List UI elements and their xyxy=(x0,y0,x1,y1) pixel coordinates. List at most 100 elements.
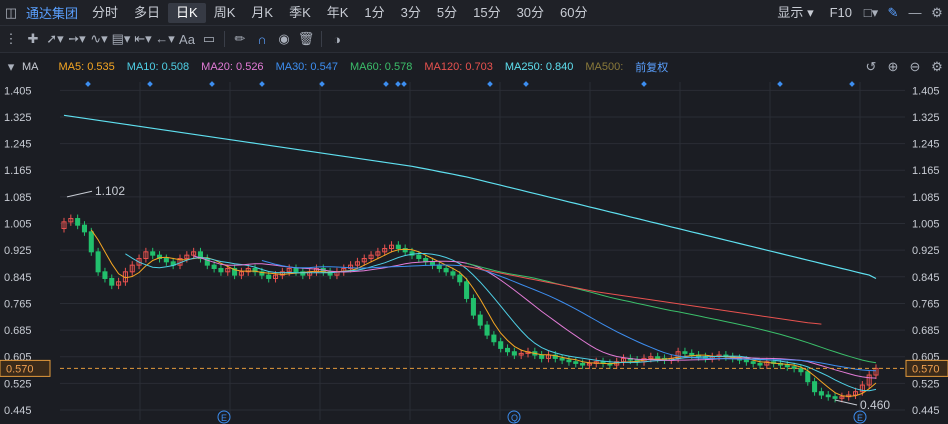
y-tick-label-right: 1.245 xyxy=(912,139,940,151)
tab-period[interactable]: 周K xyxy=(206,3,244,23)
tab-period[interactable]: 5分 xyxy=(429,3,465,23)
measure-tool-icon[interactable]: ⇤▾ xyxy=(132,29,154,49)
tab-period[interactable]: 3分 xyxy=(393,3,429,23)
ma-value: 0.508 xyxy=(158,60,190,73)
candle-body xyxy=(416,254,422,259)
candle-body xyxy=(757,362,763,366)
wave-tool-icon[interactable]: ∿▾ xyxy=(88,29,110,49)
candle-body xyxy=(75,218,81,226)
y-tick-label-left: 0.445 xyxy=(4,405,32,417)
ma-legend-item[interactable]: MA250: 0.840 xyxy=(505,61,574,73)
y-tick-label-left: 1.405 xyxy=(4,85,32,97)
eraser-pen-icon[interactable]: ✏ xyxy=(229,29,251,49)
candle-body xyxy=(832,396,838,399)
sidebar-toggle-icon[interactable]: ◫ xyxy=(0,3,22,23)
text-tool-icon[interactable]: Aa xyxy=(176,29,198,49)
ma-value: 0.526 xyxy=(232,60,264,73)
y-tick-label-left: 1.325 xyxy=(4,112,32,124)
tab-period[interactable]: 年K xyxy=(319,3,357,23)
layout-dropdown-icon[interactable]: □▾ xyxy=(860,3,882,23)
tab-period[interactable]: 月K xyxy=(243,3,281,23)
candle-body xyxy=(95,251,101,273)
ma-label: MA500: xyxy=(585,60,624,73)
ma-value: 0.578 xyxy=(381,60,413,73)
ma-label: MA250: xyxy=(504,60,543,73)
zoom-out-icon[interactable]: ⊖ xyxy=(904,57,926,77)
y-tick-label-right: 0.525 xyxy=(912,378,940,390)
tab-period[interactable]: 1分 xyxy=(356,3,392,23)
candle-body xyxy=(457,274,463,283)
tab-period[interactable]: 季K xyxy=(281,3,319,23)
candle-body xyxy=(504,347,511,353)
candle-body xyxy=(818,391,824,396)
trash-icon[interactable]: 🗑 xyxy=(295,29,317,49)
y-tick-label-right: 1.005 xyxy=(912,219,940,231)
tab-period[interactable]: 分时 xyxy=(84,3,126,23)
candle-body xyxy=(784,364,790,368)
candle-body xyxy=(805,371,811,383)
candle-body xyxy=(429,261,436,266)
min-annotation-label: 0.460 xyxy=(860,398,890,412)
ma-legend-item[interactable]: MA20: 0.526 xyxy=(201,61,263,73)
candle-body xyxy=(81,224,88,233)
ray-tool-icon[interactable]: ➙▾ xyxy=(66,29,88,49)
tab-period[interactable]: 60分 xyxy=(552,3,595,23)
candle-body xyxy=(477,314,483,326)
ma-legend-bar: ▾ MA MA5: 0.535 MA10: 0.508 MA20: 0.526 MA3… xyxy=(0,53,948,80)
reset-icon[interactable]: ↺ xyxy=(860,57,882,77)
pen-icon[interactable]: ✎ xyxy=(882,3,904,23)
range-tool-icon[interactable]: ▤▾ xyxy=(110,29,132,49)
ma-legend-item[interactable]: MA30: 0.547 xyxy=(276,61,338,73)
candle-body xyxy=(539,354,545,359)
settings-icon[interactable]: ⚙ xyxy=(926,3,948,23)
tab-period[interactable]: 30分 xyxy=(509,3,552,23)
y-tick-label-right: 1.405 xyxy=(912,85,940,97)
candle-body xyxy=(88,231,94,253)
ma-legend-item[interactable]: MA120: 0.703 xyxy=(424,61,493,73)
adjust-mode[interactable]: 前复权 xyxy=(635,59,668,75)
stock-name[interactable]: 通达集团 xyxy=(22,3,84,22)
grip-icon: ⋮ xyxy=(4,31,18,46)
max-annotation-label: 1.102 xyxy=(95,184,125,198)
tab-period[interactable]: 日K xyxy=(168,2,206,23)
candle-body xyxy=(484,324,490,336)
y-tick-label-right: 0.845 xyxy=(912,272,940,284)
candle-body xyxy=(689,352,695,356)
y-tick-label-right: 0.765 xyxy=(912,298,940,310)
collapse-icon[interactable]: ▾ xyxy=(0,57,22,77)
settings-icon[interactable]: ⚙ xyxy=(926,57,948,77)
zoom-in-icon[interactable]: ⊕ xyxy=(882,57,904,77)
period-tabs: 分时 多日 日K 周K 月K 季K 年K 1分 3分 5分 15分 30分 60分 xyxy=(84,2,596,23)
comment-icon[interactable]: ▭ xyxy=(198,29,220,49)
crosshair-icon[interactable]: ✚ xyxy=(22,29,44,49)
display-label: 显示 xyxy=(777,4,804,20)
toggle-icon[interactable]: ◑ xyxy=(326,29,348,49)
y-tick-label-left: 0.845 xyxy=(4,272,32,284)
y-tick-label-left: 1.245 xyxy=(4,139,32,151)
current-price-label-left: 0.570 xyxy=(6,363,34,375)
magnet-icon[interactable]: ∩ xyxy=(251,29,273,49)
ma-legend-item[interactable]: MA5: 0.535 xyxy=(59,61,115,73)
f10-button[interactable]: F10 xyxy=(822,3,860,23)
indicator-name[interactable]: MA xyxy=(22,61,39,73)
ma-value: 0.547 xyxy=(307,60,338,73)
undo-arrow-icon[interactable]: ←▾ xyxy=(154,29,176,49)
drawing-toolbar: ⋮ ✚ ➚▾ ➙▾ ∿▾ ▤▾ ⇤▾ ←▾ Aa ▭ ✏ ∩ ◉ 🗑 ◑ xyxy=(0,26,948,53)
y-tick-label-right: 1.325 xyxy=(912,112,940,124)
eye-icon[interactable]: ◉ xyxy=(273,29,295,49)
ma-label: MA60: xyxy=(349,60,382,73)
line-draw-icon[interactable]: ➚▾ xyxy=(44,29,66,49)
candle-body xyxy=(102,271,108,279)
candle-body xyxy=(218,267,224,273)
y-tick-label-left: 1.085 xyxy=(4,192,32,204)
ma-legend-item[interactable]: MA60: 0.578 xyxy=(350,61,412,73)
tab-period[interactable]: 15分 xyxy=(465,3,508,23)
display-dropdown[interactable]: 显示 ▾ xyxy=(769,3,821,23)
minimize-icon[interactable]: — xyxy=(904,3,926,23)
ma-legend-item[interactable]: MA500: xyxy=(585,61,623,73)
candle-body xyxy=(750,361,756,364)
kline-chart[interactable]: 1.405 1.405 1.325 1.325 1.245 1.245 1.165 1.165… xyxy=(0,80,948,424)
ma-legend-item[interactable]: MA10: 0.508 xyxy=(127,61,189,73)
candle-body xyxy=(163,257,169,263)
tab-period[interactable]: 多日 xyxy=(126,3,168,23)
